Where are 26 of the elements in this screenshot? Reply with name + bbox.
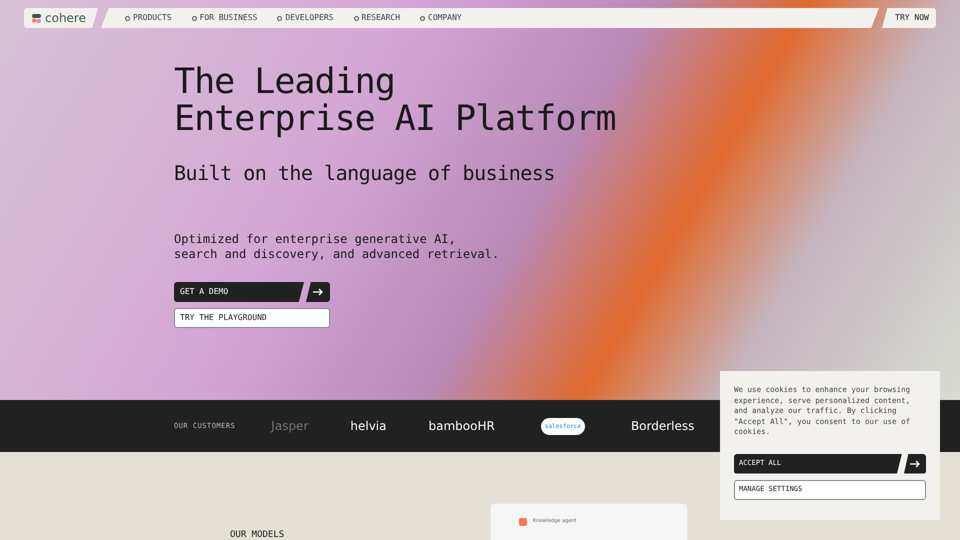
nav-link[interactable]: RESEARCH	[354, 12, 400, 24]
playground-button[interactable]: TRY THE PLAYGROUND	[174, 308, 330, 328]
nav-link[interactable]: COMPANY	[420, 12, 462, 24]
get-demo-button[interactable]: GET A DEMO	[174, 282, 304, 302]
customer-logo: bambooHR	[428, 418, 495, 435]
nav-link[interactable]: DEVELOPERS	[277, 12, 334, 24]
logo-icon	[32, 14, 41, 22]
nav-link[interactable]: PRODUCTS	[125, 12, 172, 24]
hero-title: Enterprise AI Platform	[174, 101, 616, 138]
customer-logo: Borderless	[630, 418, 694, 435]
hero-title: The Leading	[174, 64, 396, 101]
arrow-right-icon	[910, 460, 920, 468]
try-now-button[interactable]: TRY NOW	[882, 8, 936, 28]
logo[interactable]: cohere	[24, 8, 98, 28]
demo-arrow-button[interactable]	[306, 282, 330, 302]
agent-icon	[519, 518, 527, 526]
accept-arrow-button[interactable]	[904, 454, 926, 474]
arrow-right-icon	[313, 288, 323, 296]
customer-logo: helvia	[350, 418, 386, 435]
hero-subtitle: Built on the language of business	[174, 160, 556, 187]
customer-logo: Jasper	[271, 418, 308, 435]
nav-link[interactable]: FOR BUSINESS	[192, 12, 258, 24]
models-label: OUR MODELS	[230, 531, 284, 540]
hero-description: search and discovery, and advanced retrieval.	[174, 247, 500, 262]
hero-description: Optimized for enterprise generative AI,	[174, 232, 457, 247]
logo-text: cohere	[45, 12, 86, 24]
